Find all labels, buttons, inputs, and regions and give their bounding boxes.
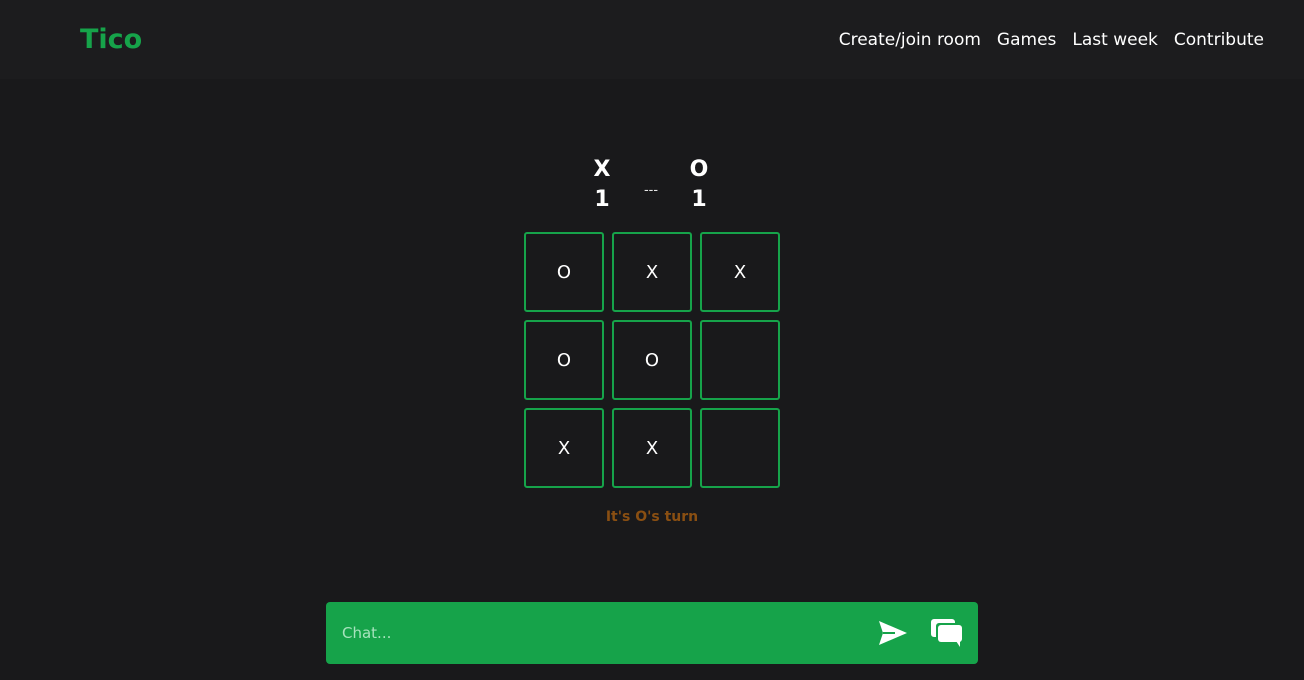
nav-link-create-join-room[interactable]: Create/join room [839,28,981,52]
score-o-label: O [689,157,709,182]
chat-bar [326,602,978,664]
score-x: X 1 [582,155,622,215]
score-o: O 1 [679,155,719,215]
board-cell-1[interactable]: O [524,232,604,312]
nav-links: Create/join room Games Last week Contrib… [839,28,1264,52]
score-x-label: X [593,157,611,182]
send-icon [879,621,907,645]
nav-link-games[interactable]: Games [997,28,1056,52]
board-cell-7[interactable]: X [524,408,604,488]
game-board: O X X O O X X [524,232,780,488]
turn-status: It's O's turn [605,509,699,525]
board-cell-2[interactable]: X [612,232,692,312]
score-o-value: 1 [691,187,707,212]
board-cell-6[interactable] [700,320,780,400]
board-cell-9[interactable] [700,408,780,488]
nav-link-last-week[interactable]: Last week [1072,28,1157,52]
board-cell-8[interactable]: X [612,408,692,488]
navbar: Tico Create/join room Games Last week Co… [0,0,1304,79]
brand-logo[interactable]: Tico [80,22,142,58]
scoreboard: X 1 --- O 1 [0,155,1304,219]
board-cell-3[interactable]: X [700,232,780,312]
chat-input[interactable] [342,618,862,648]
nav-link-contribute[interactable]: Contribute [1174,28,1264,52]
chat-bubbles-icon [931,619,962,647]
score-separator: --- [643,183,659,198]
board-cell-5[interactable]: O [612,320,692,400]
send-button[interactable] [878,619,908,647]
score-x-value: 1 [594,187,610,212]
open-chats-button[interactable] [930,618,964,648]
board-cell-4[interactable]: O [524,320,604,400]
